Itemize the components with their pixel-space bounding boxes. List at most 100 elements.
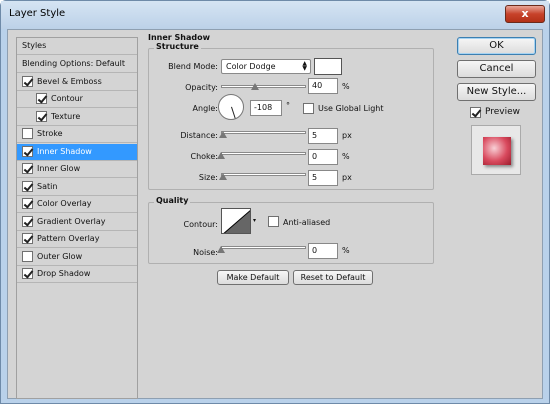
style-item-color-overlay[interactable]: Color Overlay [17, 196, 137, 213]
style-item-checkbox[interactable] [22, 268, 33, 279]
style-item-checkbox[interactable] [22, 75, 33, 87]
distance-label: Distance: [180, 131, 218, 140]
choke-unit: % [342, 152, 350, 161]
style-item-gradient-overlay[interactable]: Gradient Overlay [17, 214, 137, 231]
style-item-checkbox[interactable] [22, 215, 33, 227]
noise-slider[interactable] [221, 246, 306, 249]
opacity-label: Opacity: [185, 83, 218, 92]
distance-slider[interactable] [221, 131, 306, 134]
style-item-checkbox[interactable] [22, 233, 33, 244]
use-global-light-label: Use Global Light [318, 104, 384, 113]
angle-dial[interactable] [218, 94, 244, 120]
dialog-body: Styles Blending Options: Default Bevel & … [7, 29, 543, 399]
style-item-checkbox[interactable] [22, 163, 33, 174]
style-item-label: Inner Glow [37, 164, 81, 173]
blend-mode-label: Blend Mode: [168, 62, 218, 71]
noise-unit: % [342, 246, 350, 255]
style-item-label: Gradient Overlay [37, 216, 106, 226]
style-item-texture[interactable]: Texture [17, 109, 137, 126]
close-icon: x [521, 7, 529, 20]
anti-aliased-label: Anti-aliased [283, 218, 331, 227]
style-item-label: Bevel & Emboss [37, 76, 102, 86]
styles-list: Styles Blending Options: Default Bevel & … [16, 37, 138, 399]
opacity-slider-thumb[interactable] [251, 83, 259, 90]
angle-label: Angle: [192, 104, 218, 113]
size-slider-thumb[interactable] [218, 173, 227, 180]
opacity-unit: % [342, 82, 350, 91]
contour-label: Contour: [183, 220, 219, 229]
size-label: Size: [198, 173, 218, 182]
distance-slider-thumb[interactable] [218, 131, 227, 138]
noise-label: Noise: [193, 248, 218, 257]
style-item-pattern-overlay[interactable]: Pattern Overlay [17, 231, 137, 248]
blend-mode-value: Color Dodge [226, 62, 276, 71]
style-item-checkbox[interactable] [22, 145, 33, 157]
style-item-contour[interactable]: Contour [17, 91, 137, 108]
opacity-input[interactable]: 40 [308, 78, 338, 94]
style-item-label: Outer Glow [37, 251, 83, 261]
choke-input[interactable]: 0 [308, 149, 338, 165]
style-item-inner-shadow[interactable]: Inner Shadow [17, 143, 137, 161]
style-item-drop-shadow[interactable]: Drop Shadow [17, 266, 137, 283]
style-item-label: Inner Shadow [37, 146, 92, 156]
style-preview-thumbnail [471, 125, 521, 175]
style-item-label: Contour [51, 94, 83, 103]
style-item-label: Pattern Overlay [37, 234, 100, 243]
anti-aliased-checkbox[interactable] [268, 216, 279, 227]
style-item-checkbox[interactable] [22, 198, 33, 209]
structure-title: Structure [154, 42, 201, 51]
distance-unit: px [342, 131, 352, 140]
distance-input[interactable]: 5 [308, 128, 338, 144]
new-style-button[interactable]: New Style... [457, 83, 536, 101]
preview-swatch [483, 137, 511, 165]
style-item-stroke[interactable]: Stroke [17, 126, 137, 143]
ok-button[interactable]: OK [457, 37, 536, 55]
style-item-label: Texture [51, 111, 81, 121]
choke-label: Choke: [190, 152, 218, 161]
preview-checkbox[interactable] [470, 107, 481, 118]
choke-slider[interactable] [221, 152, 306, 155]
panel-title: Inner Shadow [148, 33, 210, 42]
styles-header[interactable]: Styles [17, 38, 137, 55]
opacity-slider[interactable] [221, 85, 306, 88]
style-item-checkbox[interactable] [36, 93, 47, 104]
style-item-satin[interactable]: Satin [17, 179, 137, 196]
angle-unit: ° [286, 101, 290, 110]
style-item-checkbox[interactable] [22, 180, 33, 192]
shadow-color-swatch[interactable] [314, 58, 342, 75]
spinner-arrows-icon: ▲ ▼ [302, 60, 307, 72]
blend-mode-select[interactable]: Color Dodge ▲ ▼ [221, 59, 311, 74]
style-item-checkbox[interactable] [22, 128, 33, 139]
layer-style-window: Layer Style x Styles Blending Options: D… [0, 0, 550, 404]
use-global-light-checkbox[interactable] [303, 103, 314, 114]
noise-input[interactable]: 0 [308, 243, 338, 259]
noise-slider-thumb[interactable] [217, 246, 225, 253]
title-bar[interactable]: Layer Style x [1, 1, 549, 29]
cancel-button[interactable]: Cancel [457, 60, 536, 78]
style-item-blending-options-default[interactable]: Blending Options: Default [17, 56, 137, 73]
reset-to-default-button[interactable]: Reset to Default [293, 270, 373, 285]
style-item-outer-glow[interactable]: Outer Glow [17, 249, 137, 266]
style-item-checkbox[interactable] [22, 250, 33, 262]
style-item-label: Drop Shadow [37, 269, 91, 278]
angle-dial-needle [231, 106, 236, 119]
style-item-label: Color Overlay [37, 199, 92, 208]
size-slider[interactable] [221, 173, 306, 176]
close-button[interactable]: x [505, 5, 545, 23]
style-item-inner-glow[interactable]: Inner Glow [17, 161, 137, 178]
style-item-bevel-emboss[interactable]: Bevel & Emboss [17, 74, 137, 91]
style-item-label: Blending Options: Default [22, 59, 126, 68]
size-input[interactable]: 5 [308, 170, 338, 186]
contour-curve-icon [223, 210, 250, 233]
contour-picker[interactable] [221, 208, 251, 234]
window-title: Layer Style [9, 8, 66, 19]
size-unit: px [342, 173, 352, 182]
styles-header-label: Styles [22, 41, 47, 50]
choke-slider-thumb[interactable] [217, 152, 225, 159]
contour-dropdown-arrow-icon[interactable]: ▾ [253, 217, 256, 224]
preview-label: Preview [485, 107, 521, 117]
quality-title: Quality [154, 196, 191, 205]
angle-input[interactable]: -108 [250, 100, 282, 116]
make-default-button[interactable]: Make Default [217, 270, 289, 285]
style-item-checkbox[interactable] [36, 110, 47, 122]
